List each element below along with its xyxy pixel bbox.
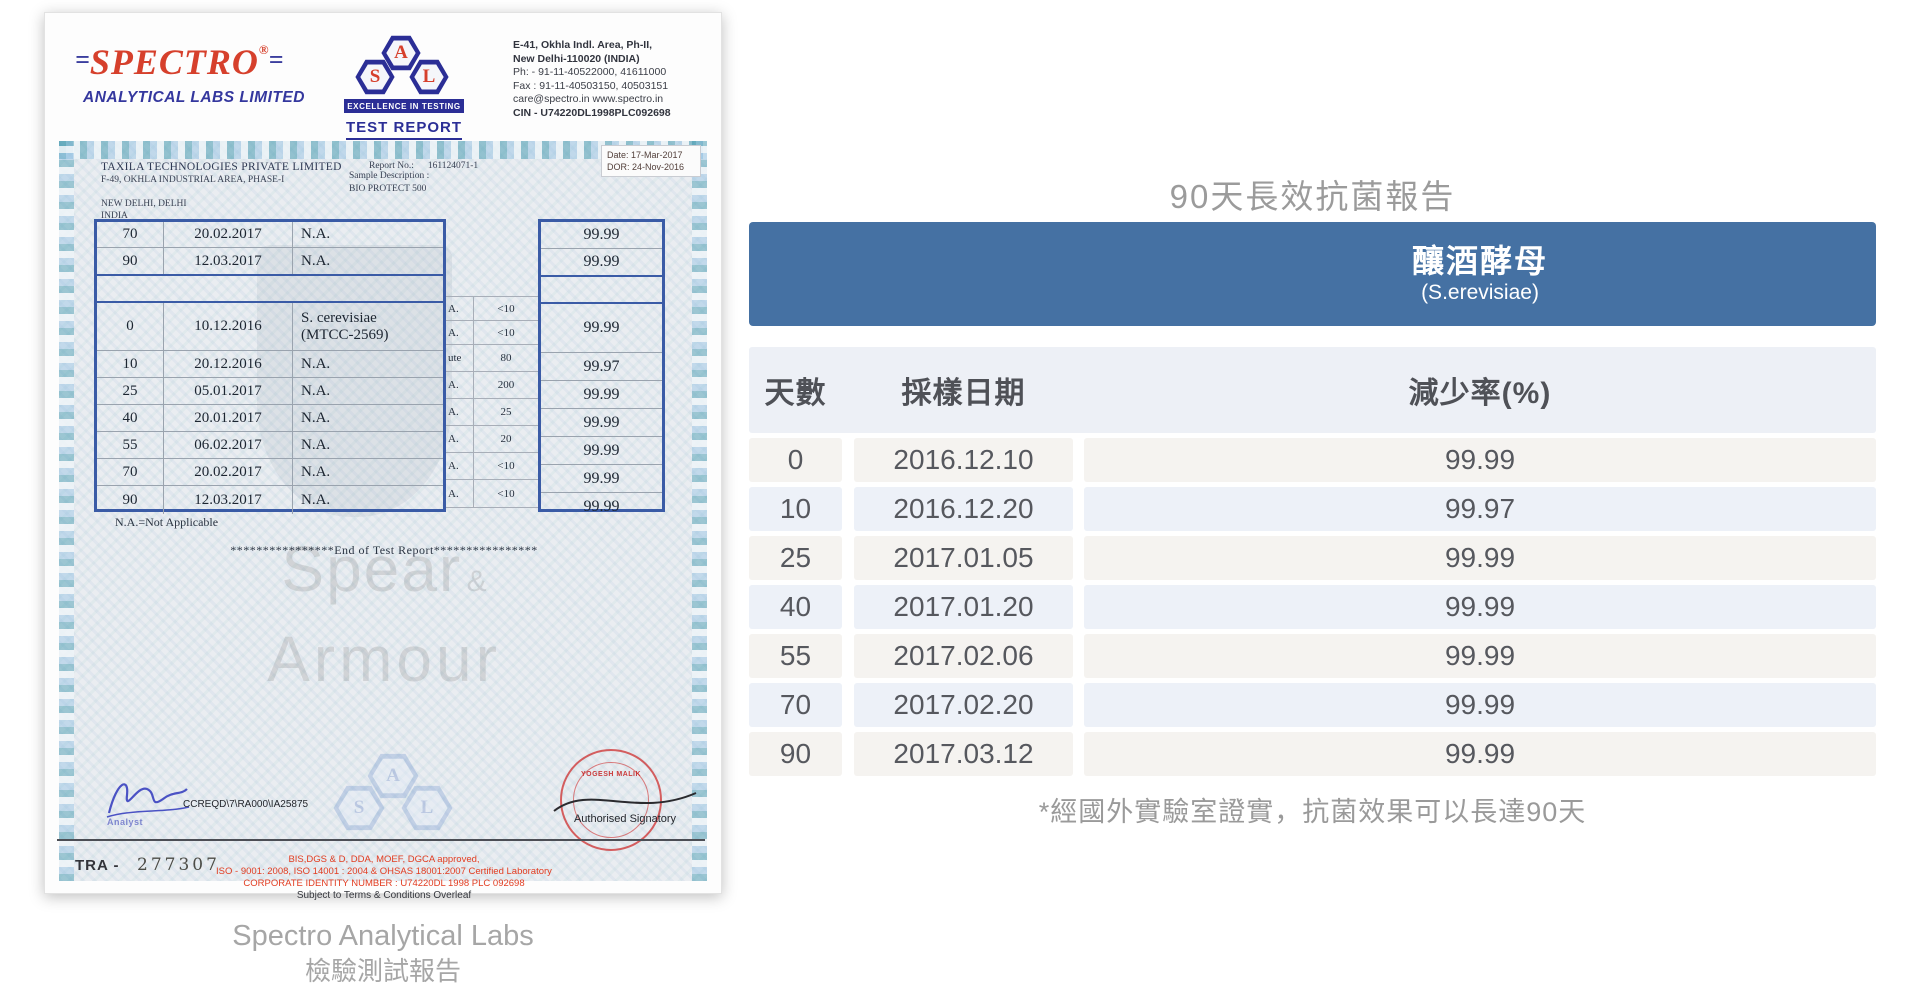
address-line: CIN - U74220DL1998PLC092698	[513, 106, 671, 119]
logo-dash-left: =	[75, 45, 90, 74]
table-row: 70 2017.02.20 99.99	[749, 683, 1876, 727]
caption-en: Spectro Analytical Labs	[232, 920, 534, 952]
organism-name: 釀酒酵母 (S.erevisiae)	[1411, 243, 1548, 304]
table-row: ute 80	[446, 345, 538, 372]
certificate-scan: Spear & Armour =SPECTRO®= ANALYTICAL LAB…	[44, 12, 722, 901]
report-dor: DOR: 24-Nov-2016	[607, 162, 685, 172]
table-row: 90 12.03.2017 N.A.	[97, 248, 443, 274]
table-row: A. <10	[446, 321, 538, 345]
accreditation-lines: BIS,DGS & D, DDA, MOEF, DGCA approved, I…	[64, 854, 704, 890]
table-row: 25 05.01.2017 N.A.	[97, 378, 443, 405]
address-line: Ph: - 91-11-40522000, 41611000	[513, 66, 667, 78]
na-footnote: N.A.=Not Applicable	[115, 515, 219, 529]
test-report-title: TEST REPORT	[344, 119, 464, 140]
result-cell: 99.99	[541, 465, 662, 493]
slide-canvas: Spear & Armour =SPECTRO®= ANALYTICAL LAB…	[0, 0, 1920, 997]
address-line: care@spectro.in www.spectro.in	[513, 93, 664, 105]
certificate-caption: Spectro Analytical Labs 檢驗測試報告	[183, 918, 583, 988]
report-title: 90天長效抗菌報告	[1169, 178, 1456, 215]
table-row: 40 20.01.2017 N.A.	[97, 405, 443, 432]
accreditation-line: BIS,DGS & D, DDA, MOEF, DGCA approved,	[288, 854, 480, 865]
analyst-label: Analyst	[107, 817, 144, 827]
sample-description-value: BIO PROTECT 500	[349, 184, 427, 194]
result-cell: 99.99	[583, 253, 620, 270]
sal-hexagon-l: L	[409, 59, 449, 95]
organism-cell: S. cerevisiae (MTCC-2569)	[293, 303, 443, 351]
guilloche-right-band	[692, 141, 707, 881]
table-row: A. 25	[446, 399, 538, 426]
truncated-columns: A. <10 A. <10 ute 80 A. 200 A. 25 A. 20 A. <10 …	[446, 296, 538, 508]
logo-dash-right: =	[268, 45, 284, 74]
table-row: 90 2017.03.12 99.99	[749, 732, 1876, 776]
guilloche-left-band	[59, 141, 74, 881]
table-row: 0 2016.12.10 99.99	[749, 438, 1876, 482]
customer-city: NEW DELHI, DELHI	[101, 199, 187, 209]
table-row: 55 2017.02.06 99.99	[749, 634, 1876, 678]
result-cell: 99.99	[541, 437, 662, 465]
table-row: A. 200	[446, 372, 538, 399]
spectro-logo: =SPECTRO®=	[75, 42, 284, 82]
table-row: 70 20.02.2017 N.A.	[97, 222, 443, 248]
report-date: Date: 17-Mar-2017	[607, 150, 683, 160]
result-cell: 99.99	[541, 381, 662, 409]
customer-address: F-49, OKHLA INDUSTRIAL AREA, PHASE-I	[101, 175, 285, 185]
column-header-days: 天數	[764, 377, 827, 410]
table-row: 10 2016.12.20 99.97	[749, 487, 1876, 531]
lab-address-block: E-41, Okhla Indl. Area, Ph-II, New Delhi…	[513, 39, 671, 120]
caption-zh: 檢驗測試報告	[304, 956, 461, 986]
table-row: 10 20.12.2016 N.A.	[97, 351, 443, 378]
date-box: Date: 17-Mar-2017 DOR: 24-Nov-2016	[601, 145, 701, 177]
result-cell: 99.99	[541, 304, 662, 353]
table-gap	[97, 274, 443, 303]
sample-description-label: Sample Description :	[349, 171, 430, 181]
results-table: 99.99 99.99 99.99 99.97 99.99 99.99 99.9…	[538, 219, 665, 515]
table-header-row: 天數 採樣日期 減少率(%)	[749, 347, 1876, 433]
table-row: 70 20.02.2017 N.A.	[97, 459, 443, 486]
accreditation-line: CORPORATE IDENTITY NUMBER : U74220DL 199…	[243, 878, 525, 889]
sal-watermark: A S L	[327, 753, 457, 845]
result-cell: 99.99	[541, 409, 662, 437]
report-number: Report No.: 161124071-1	[369, 161, 479, 171]
table-row: 25 2017.01.05 99.99	[749, 536, 1876, 580]
stamp-name: YOGESH MALIK	[580, 771, 642, 778]
address-line: E-41, Okhla Indl. Area, Ph-II,	[513, 39, 653, 51]
report-footnote: *經國外實驗室證實，抗菌效果可以長達90天	[1038, 797, 1587, 827]
column-header-reduction: 減少率(%)	[1408, 377, 1552, 410]
signature-code: CCREQD\7\RA000\IA25875	[183, 799, 309, 810]
address-line: Fax : 91-11-40503150, 40503151	[513, 79, 669, 92]
table-row: 90 12.03.2017 N.A.	[97, 486, 443, 514]
table-row: 0 10.12.2016 S. cerevisiae (MTCC-2569)	[97, 303, 443, 351]
table-row: A. <10	[446, 453, 538, 480]
sal-banner: EXCELLENCE IN TESTING	[344, 99, 464, 113]
organism-header-bar: 釀酒酵母 (S.erevisiae)	[749, 222, 1876, 326]
table-row: A. 20	[446, 426, 538, 453]
accreditation-line: ISO - 9001: 2008, ISO 14001 : 2004 & OHS…	[216, 866, 552, 877]
table-row: 40 2017.01.20 99.99	[749, 585, 1876, 629]
result-cell: 99.97	[541, 353, 662, 381]
table-row: A. <10	[446, 297, 538, 321]
authorised-signatory-label: Authorised Signatory	[573, 813, 677, 825]
table-row: 55 06.02.2017 N.A.	[97, 432, 443, 459]
spectro-logo-subtitle: ANALYTICAL LABS LIMITED	[83, 89, 305, 106]
result-cell: 99.99	[583, 498, 620, 515]
sample-table: 70 20.02.2017 N.A. 90 12.03.2017 N.A. 0 …	[94, 219, 446, 514]
registered-mark: ®	[258, 42, 269, 57]
table-gap	[541, 275, 662, 304]
customer-name: TAXILA TECHNOLOGIES PRIVATE LIMITED	[101, 161, 342, 173]
result-cell: 99.99	[541, 222, 662, 249]
address-line: New Delhi-110020 (INDIA)	[513, 52, 640, 65]
end-of-report-line: ****************End of Test Report******…	[230, 543, 538, 557]
terms-line: Subject to Terms & Conditions Overleaf	[296, 890, 472, 901]
column-header-date: 採樣日期	[901, 377, 1026, 410]
table-row: A. <10	[446, 480, 538, 508]
footer-divider	[57, 839, 705, 841]
